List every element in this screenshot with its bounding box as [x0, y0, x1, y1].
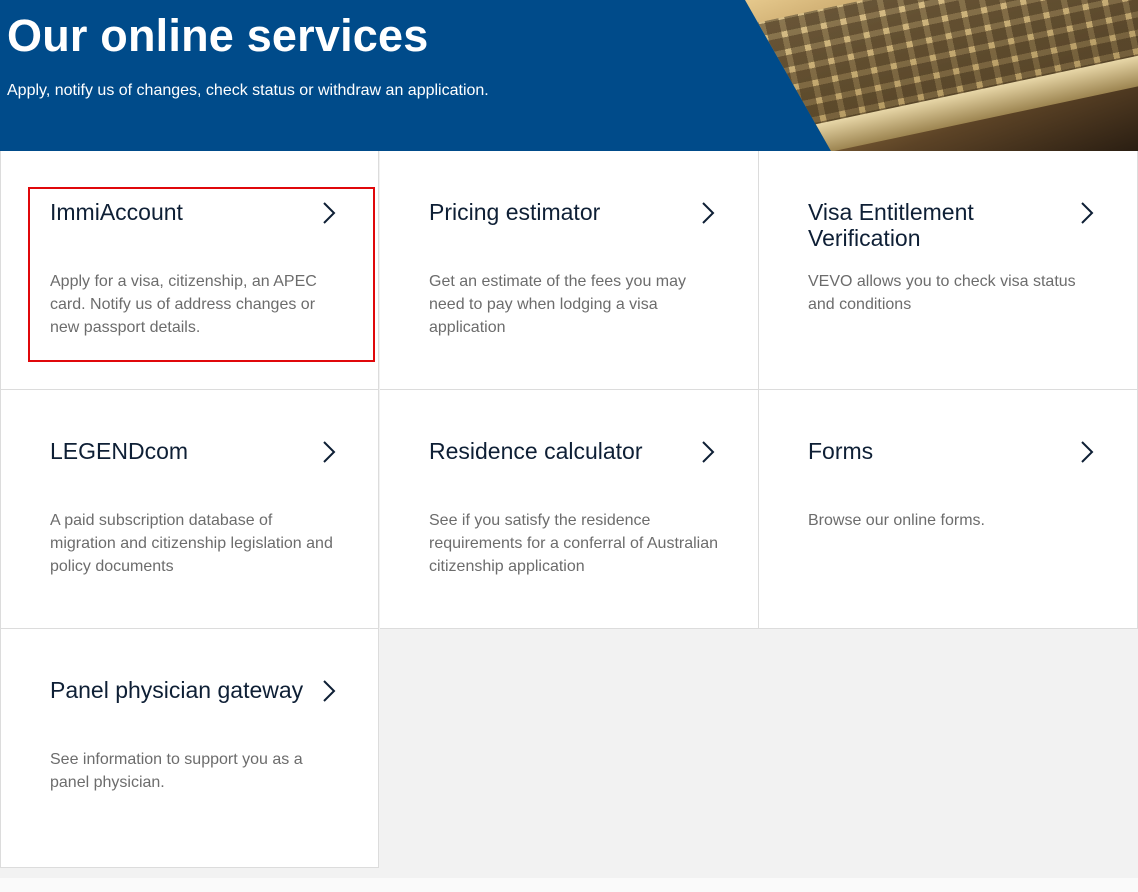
service-card-legendcom[interactable]: LEGENDcom A paid subscription database o…	[0, 390, 379, 629]
service-card-panel-physician-gateway[interactable]: Panel physician gateway See information …	[0, 629, 379, 868]
page-footer-strip	[0, 878, 1138, 892]
chevron-right-icon	[320, 678, 338, 704]
service-card-forms[interactable]: Forms Browse our online forms.	[759, 390, 1138, 629]
service-card-description: See if you satisfy the residence require…	[429, 512, 719, 575]
service-card-title: Residence calculator	[429, 438, 643, 464]
service-card-description: Get an estimate of the fees you may need…	[429, 273, 687, 336]
service-card-description: VEVO allows you to check visa status and…	[808, 273, 1076, 313]
service-card-vevo[interactable]: Visa Entitlement Verification VEVO allow…	[759, 151, 1138, 390]
service-card-description: Browse our online forms.	[808, 512, 985, 529]
service-card-title: Panel physician gateway	[50, 677, 304, 703]
chevron-right-icon	[699, 439, 717, 465]
service-card-title: Pricing estimator	[429, 199, 601, 225]
hero-laptop-image	[745, 0, 1138, 151]
hero-banner: Our online services Apply, notify us of …	[0, 0, 1138, 151]
service-card-title: ImmiAccount	[50, 199, 183, 225]
service-card-description: A paid subscription database of migratio…	[50, 512, 333, 575]
service-card-pricing-estimator[interactable]: Pricing estimator Get an estimate of the…	[380, 151, 759, 390]
page-title: Our online services	[7, 10, 429, 61]
service-card-title: Visa Entitlement Verification	[808, 199, 974, 251]
service-card-title: Forms	[808, 438, 874, 464]
chevron-right-icon	[320, 200, 338, 226]
chevron-right-icon	[1078, 439, 1096, 465]
service-card-residence-calculator[interactable]: Residence calculator See if you satisfy …	[380, 390, 759, 629]
chevron-right-icon	[699, 200, 717, 226]
service-card-title: LEGENDcom	[50, 438, 189, 464]
service-card-immiaccount[interactable]: ImmiAccount Apply for a visa, citizenshi…	[0, 151, 379, 390]
chevron-right-icon	[1078, 200, 1096, 226]
chevron-right-icon	[320, 439, 338, 465]
service-card-description: Apply for a visa, citizenship, an APEC c…	[50, 273, 317, 336]
page-subtitle: Apply, notify us of changes, check statu…	[7, 82, 489, 99]
service-card-description: See information to support you as a pane…	[50, 751, 303, 791]
